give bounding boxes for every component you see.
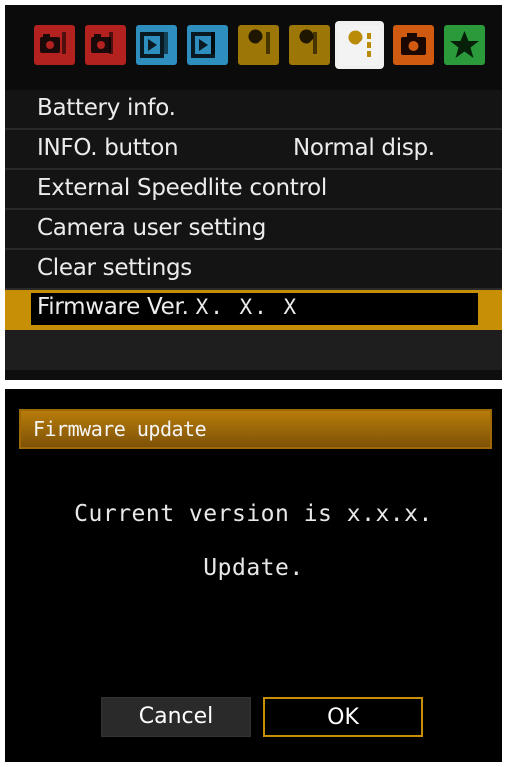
menu-item-label: Battery info. (37, 95, 176, 121)
menu-item-label: Camera user setting (37, 215, 267, 241)
menu-item-label: Clear settings (37, 255, 192, 281)
menu-item-clear-settings[interactable]: Clear settings (5, 250, 502, 290)
tab-shooting-2[interactable] (85, 25, 126, 65)
menu-item-label: Firmware Ver. X. X. X (37, 294, 299, 320)
tab-setup-1[interactable] (238, 25, 279, 65)
tab-playback-2[interactable] (187, 25, 228, 65)
camera-menu-screen: Battery info. INFO. button Normal disp. … (5, 5, 502, 380)
menu-item-battery-info[interactable]: Battery info. (5, 90, 502, 130)
menu-empty-row (5, 330, 502, 370)
menu-item-camera-user-setting[interactable]: Camera user setting (5, 210, 502, 250)
menu-item-info-button[interactable]: INFO. button Normal disp. (5, 130, 502, 170)
tab-playback-1[interactable] (136, 25, 177, 65)
menu-item-external-speedlite-control[interactable]: External Speedlite control (5, 170, 502, 210)
tab-my-menu[interactable] (444, 25, 485, 65)
menu-tab-bar (5, 5, 502, 90)
ok-button[interactable]: OK (263, 697, 423, 737)
tab-setup-2[interactable] (289, 25, 330, 65)
dialog-title-bar: Firmware update (19, 409, 492, 449)
menu-item-label: External Speedlite control (37, 175, 328, 201)
menu-item-value: Normal disp. (293, 135, 435, 161)
tab-custom-functions[interactable] (393, 25, 434, 65)
tab-shooting-1[interactable] (34, 25, 75, 65)
firmware-version-value: X. X. X (195, 295, 299, 319)
camera-icon (401, 33, 426, 55)
menu-item-firmware-version[interactable]: Firmware Ver. X. X. X (5, 290, 502, 330)
star-icon (450, 31, 479, 58)
wrench-icon (346, 30, 371, 57)
firmware-update-dialog: Firmware update Current version is x.x.x… (5, 389, 502, 762)
dialog-title: Firmware update (33, 417, 207, 441)
current-version-message: Current version is x.x.x. (74, 501, 433, 527)
cancel-button[interactable]: Cancel (101, 697, 251, 737)
menu-item-label: INFO. button (37, 135, 179, 161)
tab-setup-3[interactable] (339, 25, 380, 65)
menu-list: Battery info. INFO. button Normal disp. … (5, 90, 502, 370)
update-prompt: Update. (203, 555, 304, 581)
